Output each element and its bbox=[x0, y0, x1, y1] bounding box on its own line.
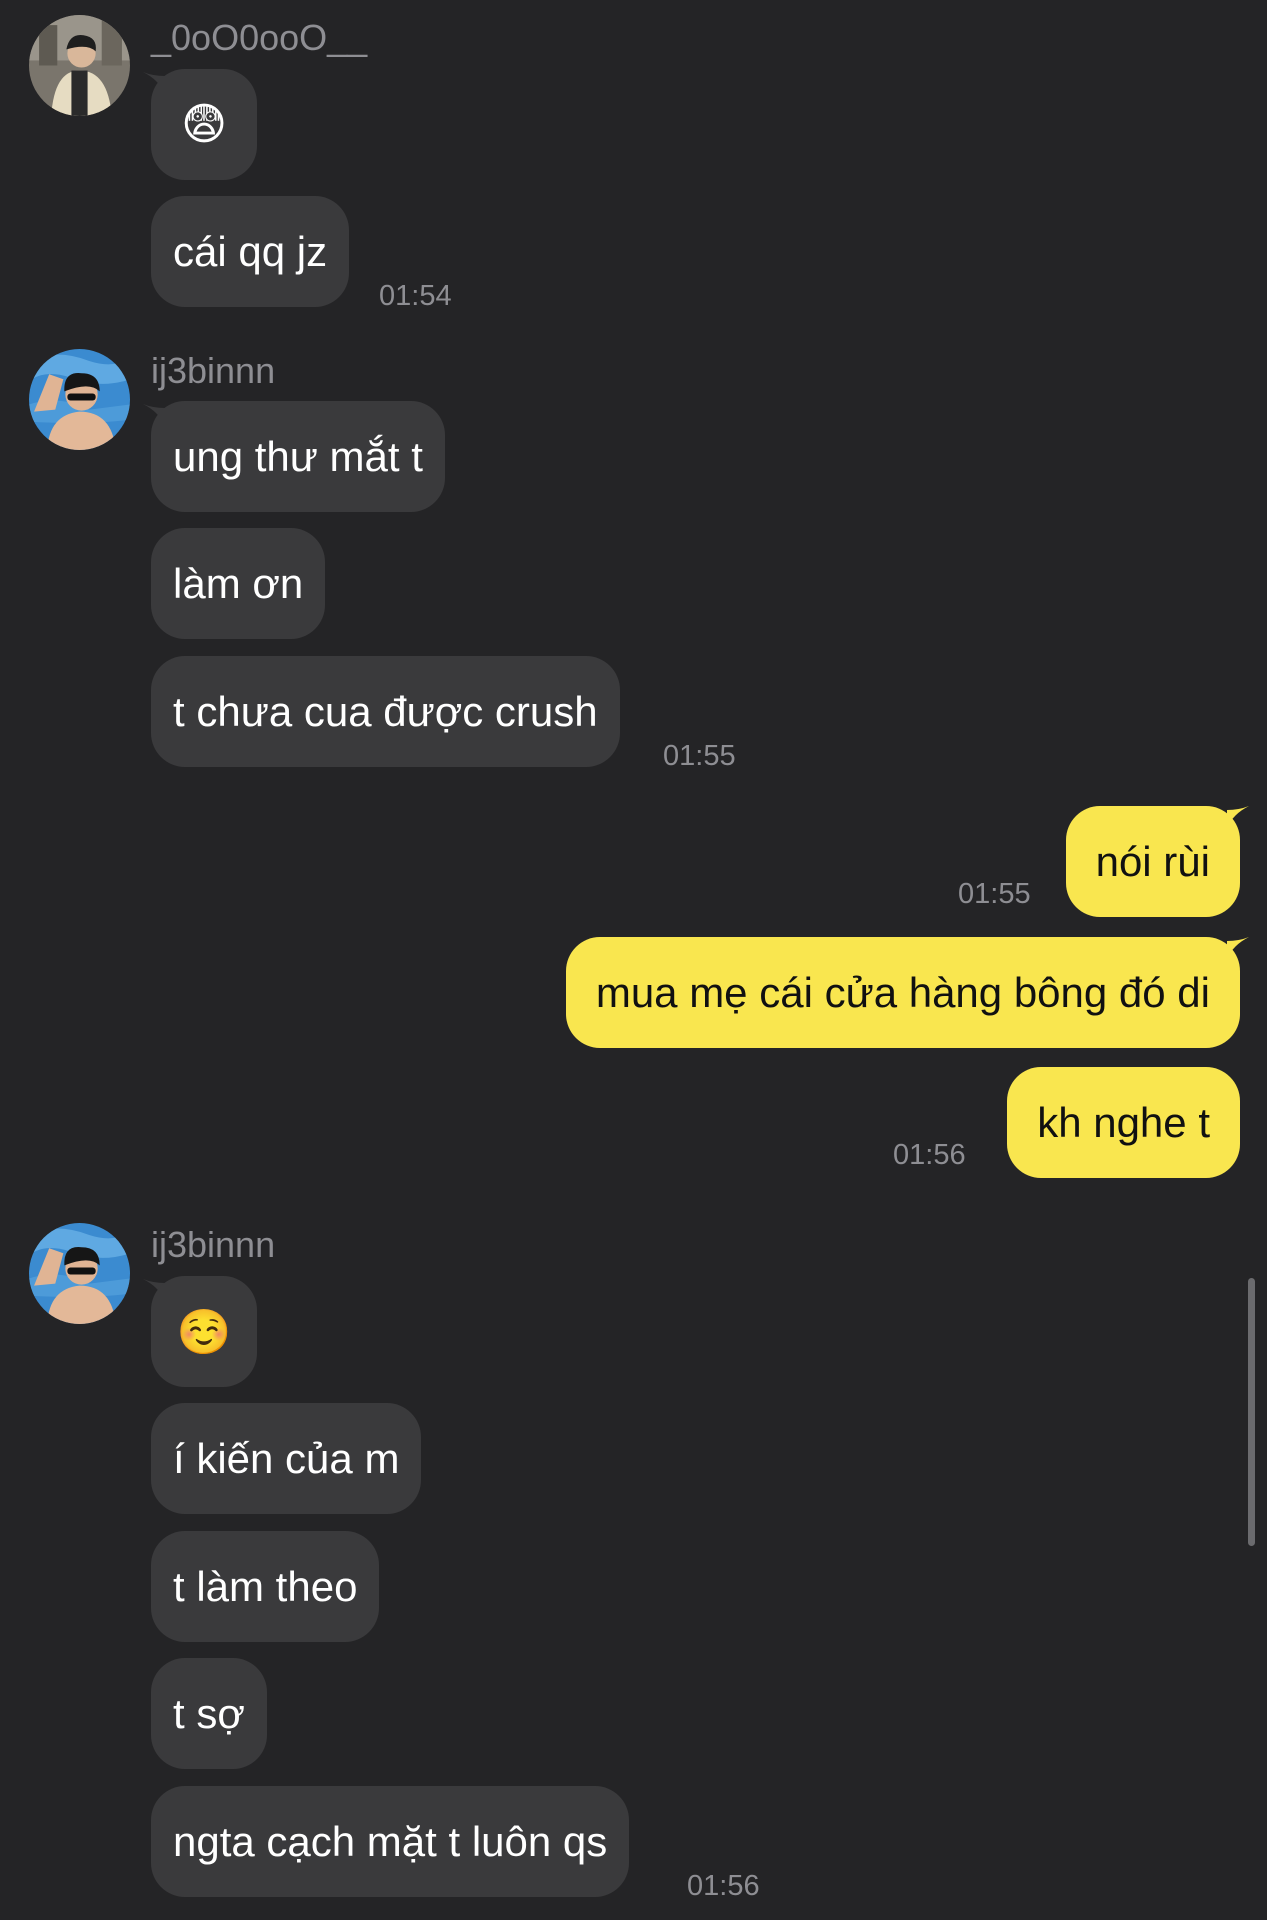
message-text: mua mẹ cái cửa hàng bông đó di bbox=[595, 968, 1210, 1016]
message-text: làm ơn bbox=[173, 559, 304, 607]
message-timestamp: 01:55 bbox=[663, 740, 736, 772]
sender-name: ij3binnn bbox=[151, 350, 276, 391]
sender-name: ij3binnn bbox=[151, 1224, 276, 1265]
message-timestamp: 01:56 bbox=[687, 1870, 760, 1902]
message-text: t làm theo bbox=[173, 1562, 358, 1610]
my-message-bubble[interactable]: mua mẹ cái cửa hàng bông đó di bbox=[565, 937, 1240, 1048]
message-text: nói rùi bbox=[1095, 837, 1210, 885]
avatar-image bbox=[29, 1223, 130, 1324]
message-bubble[interactable]: í kiến của m bbox=[151, 1403, 422, 1514]
message-timestamp: 01:56 bbox=[893, 1139, 966, 1171]
my-message-bubble[interactable]: kh nghe t bbox=[1007, 1067, 1240, 1178]
avatar[interactable] bbox=[29, 1223, 130, 1324]
avatar[interactable] bbox=[29, 15, 130, 116]
message-bubble[interactable]: t sợ bbox=[151, 1658, 267, 1769]
message-bubble[interactable]: làm ơn bbox=[151, 528, 326, 639]
message-timestamp: 01:54 bbox=[379, 280, 452, 312]
avatar-image bbox=[29, 15, 130, 116]
message-text: kh nghe t bbox=[1037, 1098, 1210, 1146]
message-bubble[interactable]: ngta cạch mặt t luôn qs bbox=[151, 1786, 630, 1897]
my-message-bubble[interactable]: nói rùi bbox=[1065, 806, 1240, 917]
message-text: ngta cạch mặt t luôn qs bbox=[173, 1817, 608, 1865]
message-text: í kiến của m bbox=[173, 1434, 400, 1482]
message-text: t chưa cua được crush bbox=[173, 687, 598, 735]
message-bubble[interactable]: ☺️ bbox=[151, 1276, 257, 1387]
message-bubble[interactable]: ung thư mắt t bbox=[151, 401, 445, 512]
message-text: ung thư mắt t bbox=[173, 432, 423, 480]
message-bubble[interactable]: 😨 bbox=[151, 69, 257, 180]
scrollbar[interactable] bbox=[1248, 1278, 1255, 1546]
message-text: cái qq jz bbox=[173, 227, 328, 275]
avatar-image bbox=[29, 349, 130, 450]
chat-view[interactable]: _0oO0ooO__ 😨 cái qq jz 01:54 ij3binnn un… bbox=[0, 0, 1267, 1920]
avatar[interactable] bbox=[29, 349, 130, 450]
sender-name: _0oO0ooO__ bbox=[151, 17, 368, 58]
message-bubble[interactable]: t làm theo bbox=[151, 1531, 380, 1642]
emoji-text: ☺️ bbox=[176, 1307, 232, 1357]
message-bubble[interactable]: t chưa cua được crush bbox=[151, 656, 620, 767]
message-timestamp: 01:55 bbox=[958, 878, 1031, 910]
emoji-text: 😨 bbox=[181, 100, 227, 149]
message-bubble[interactable]: cái qq jz bbox=[151, 196, 350, 307]
message-text: t sợ bbox=[173, 1689, 245, 1737]
